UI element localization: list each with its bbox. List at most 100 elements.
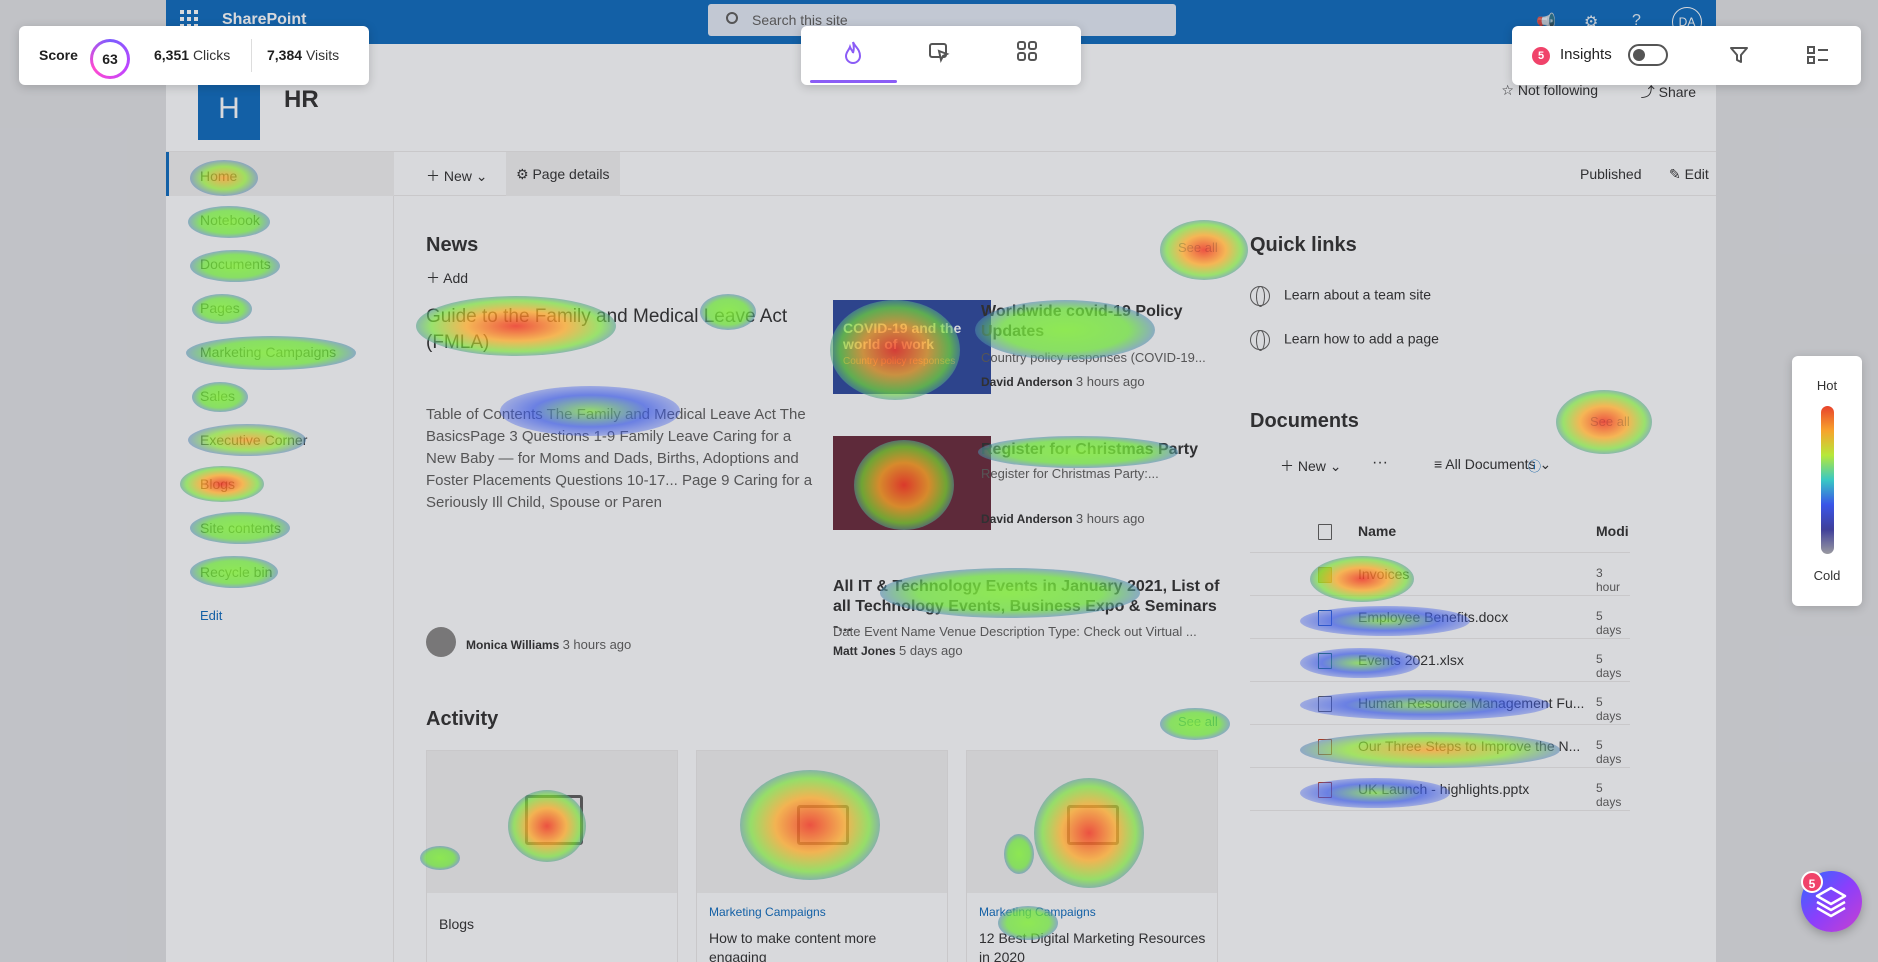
documents-list: Name Modi Invoices 3 hour Employee Benefi…: [1250, 510, 1630, 811]
document-row[interactable]: Invoices 3 hour: [1250, 553, 1630, 596]
site-logo[interactable]: H: [198, 78, 260, 140]
author-name[interactable]: Matt Jones: [833, 644, 896, 658]
layers-fab-button[interactable]: 5: [1801, 871, 1862, 932]
nav-item-executive-corner[interactable]: Executive Corner: [200, 432, 307, 448]
author-name[interactable]: Monica Williams: [466, 638, 559, 652]
nav-item-site-contents[interactable]: Site contents: [200, 520, 281, 536]
quick-link-label: Learn how to add a page: [1284, 330, 1439, 347]
page-details-button[interactable]: ⚙ Page details: [506, 152, 620, 196]
quick-link-1[interactable]: Learn about a team site: [1250, 286, 1431, 307]
legend-hot-label: Hot: [1816, 378, 1838, 393]
published-status: Published: [1580, 166, 1642, 182]
visits-stat: 7,384 Visits: [267, 47, 339, 63]
pencil-icon: ✎: [1669, 166, 1685, 182]
activity-heading: Activity: [426, 708, 499, 730]
quick-link-2[interactable]: Learn how to add a page: [1250, 330, 1439, 351]
nav-edit-link[interactable]: Edit: [200, 608, 222, 623]
news-item-2-title[interactable]: Register for Christmas Party: [981, 440, 1211, 460]
news-item-3-desc: Date Event Name Venue Description Type: …: [833, 624, 1197, 639]
news-item-1-title[interactable]: Worldwide covid-19 Policy Updates: [981, 302, 1211, 342]
insights-panel: 5 Insights: [1512, 26, 1861, 85]
nav-item-recycle-bin[interactable]: Recycle bin: [200, 564, 272, 580]
excel-file-icon: [1318, 653, 1332, 669]
document-row[interactable]: Human Resource Management Fu... 5 days: [1250, 682, 1630, 725]
score-label: Score: [39, 47, 78, 63]
documents-new-label: New: [1297, 458, 1326, 474]
document-modified: 5 days: [1596, 695, 1622, 723]
clickmap-mode-button[interactable]: [909, 40, 969, 70]
gear-icon: ⚙: [516, 166, 533, 182]
more-options-icon[interactable]: ···: [1372, 454, 1388, 472]
edit-button[interactable]: ✎ Edit: [1669, 166, 1709, 183]
insights-toggle[interactable]: [1628, 44, 1668, 66]
activity-card-2[interactable]: Marketing Campaigns How to make content …: [696, 750, 948, 962]
document-name[interactable]: Employee Benefits.docx: [1358, 609, 1508, 625]
post-time: 5 days ago: [899, 643, 963, 658]
nav-item-notebook[interactable]: Notebook: [200, 212, 260, 228]
nav-item-documents[interactable]: Documents: [200, 256, 271, 272]
share-button[interactable]: ⤴ Share: [1641, 82, 1696, 102]
document-modified: 5 days: [1596, 652, 1622, 680]
card-title: How to make content more engaging: [709, 930, 877, 962]
nav-item-home[interactable]: Home: [200, 168, 237, 184]
news-item-3-meta: Matt Jones 5 days ago: [833, 643, 963, 658]
documents-heading: Documents: [1250, 410, 1359, 432]
document-row[interactable]: Events 2021.xlsx 5 days: [1250, 639, 1630, 682]
heatmap-mode-button[interactable]: [823, 40, 883, 70]
clicks-stat: 6,351 Clicks: [154, 47, 230, 63]
document-row[interactable]: Our Three Steps to Improve the N... 5 day…: [1250, 725, 1630, 768]
document-name[interactable]: Events 2021.xlsx: [1358, 652, 1464, 668]
layout-list-icon[interactable]: [1806, 44, 1830, 71]
info-icon[interactable]: ⓘ: [1528, 456, 1541, 475]
site-title[interactable]: HR: [284, 86, 319, 114]
author-name[interactable]: David Anderson: [981, 512, 1073, 526]
news-main-meta: Monica Williams 3 hours ago: [466, 637, 631, 652]
globe-icon: [1250, 330, 1270, 351]
column-name[interactable]: Name: [1358, 523, 1396, 539]
news-see-all-link[interactable]: See all: [1178, 240, 1218, 255]
clicks-value: 6,351: [154, 47, 190, 63]
news-main-title[interactable]: Guide to the Family and Medical Leave Ac…: [426, 304, 796, 356]
filter-icon[interactable]: [1728, 44, 1750, 71]
activity-card-3[interactable]: Marketing Campaigns 12 Best Digital Mark…: [966, 750, 1218, 962]
activity-see-all-link[interactable]: See all: [1178, 714, 1218, 729]
document-row[interactable]: Employee Benefits.docx 5 days: [1250, 596, 1630, 639]
activity-card-1[interactable]: Blogs: [426, 750, 678, 962]
document-name[interactable]: Our Three Steps to Improve the N...: [1358, 738, 1580, 754]
visits-value: 7,384: [267, 47, 303, 63]
plus-icon: ＋: [426, 168, 444, 184]
documents-header-row: Name Modi: [1250, 510, 1630, 553]
new-label: New: [443, 168, 472, 184]
left-nav: Home Notebook Documents Pages Marketing …: [166, 152, 394, 962]
news-thumb-covid[interactable]: COVID-19 and the world of work Country p…: [833, 300, 991, 394]
document-modified: 3 hour: [1596, 566, 1621, 594]
nav-item-pages[interactable]: Pages: [200, 300, 240, 316]
nav-item-sales[interactable]: Sales: [200, 388, 235, 404]
documents-new-button[interactable]: ＋ New ⌄: [1280, 456, 1342, 476]
documents-see-all-link[interactable]: See all: [1590, 414, 1630, 429]
column-modified[interactable]: Modi: [1596, 523, 1629, 539]
sharepoint-page: SharePoint Search this site 📢 ⚙ ? DA H H…: [166, 0, 1716, 962]
clicks-label: Clicks: [192, 47, 231, 63]
document-name[interactable]: Invoices: [1358, 566, 1409, 582]
news-thumb-christmas[interactable]: [833, 436, 991, 530]
view-label: All Documents: [1445, 456, 1536, 472]
author-name[interactable]: David Anderson: [981, 375, 1073, 389]
card-title: Blogs: [439, 916, 475, 932]
insights-badge: 5: [1532, 47, 1550, 65]
document-name[interactable]: UK Launch - highlights.pptx: [1358, 781, 1529, 797]
news-main-desc: Table of Contents The Family and Medical…: [426, 406, 813, 511]
news-item-1-desc: Country policy responses (COVID-19...: [981, 350, 1206, 365]
document-name[interactable]: Human Resource Management Fu...: [1358, 695, 1584, 711]
folder-icon: [1318, 567, 1332, 583]
grid-mode-button[interactable]: [997, 40, 1057, 70]
nav-item-marketing-campaigns[interactable]: Marketing Campaigns: [200, 344, 336, 360]
post-time: 3 hours ago: [1075, 511, 1145, 526]
new-button[interactable]: ＋ New ⌄: [426, 166, 488, 186]
document-row[interactable]: UK Launch - highlights.pptx 5 days: [1250, 768, 1630, 811]
card-site[interactable]: Marketing Campaigns: [709, 905, 826, 919]
nav-item-blogs[interactable]: Blogs: [200, 476, 235, 492]
news-add-button[interactable]: ＋ Add: [426, 268, 468, 288]
card-site[interactable]: Marketing Campaigns: [979, 905, 1096, 919]
score-panel: Score 63 6,351 Clicks 7,384 Visits: [19, 26, 369, 85]
